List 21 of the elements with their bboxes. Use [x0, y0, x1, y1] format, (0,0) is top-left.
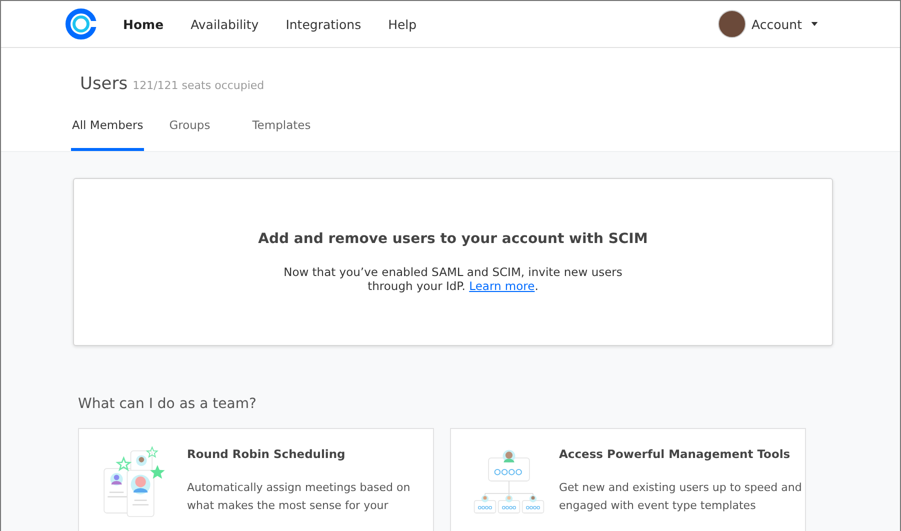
notice-text: Now that you’ve enabled SAML and SCIM, invite new users through your IdP. Learn more.	[282, 265, 624, 293]
notice-title: Add and remove users to your account with SCIM	[258, 231, 648, 247]
nav-link[interactable]: Help	[388, 16, 417, 32]
nav-link[interactable]: Home	[123, 16, 164, 32]
tab[interactable]: Groups	[168, 114, 212, 151]
caret-icon	[811, 22, 818, 26]
logo-icon[interactable]	[65, 8, 97, 40]
feature-title: Round Robin Scheduling	[187, 447, 346, 461]
seats-count: 121/121 seats occupied	[132, 79, 264, 92]
feature-description: Automatically assign meetings based on what makes the most sense for your	[187, 480, 412, 514]
nav-link[interactable]: Availability	[190, 16, 259, 32]
account-menu-button[interactable]: Account	[752, 16, 818, 32]
nav-link[interactable]: Integrations	[286, 16, 362, 32]
tab[interactable]: Templates	[251, 114, 312, 151]
tab[interactable]: All Members	[71, 114, 144, 151]
learn-more-link[interactable]: Learn more	[469, 279, 535, 293]
feature-title: Access Powerful Management Tools	[559, 447, 792, 461]
feature-description: Get new and existing users up to speed and engaged with event type templates	[559, 480, 803, 514]
section-title: What can I do as a team?	[78, 396, 258, 412]
avatar[interactable]	[718, 10, 746, 38]
page-title: Users	[80, 74, 128, 94]
